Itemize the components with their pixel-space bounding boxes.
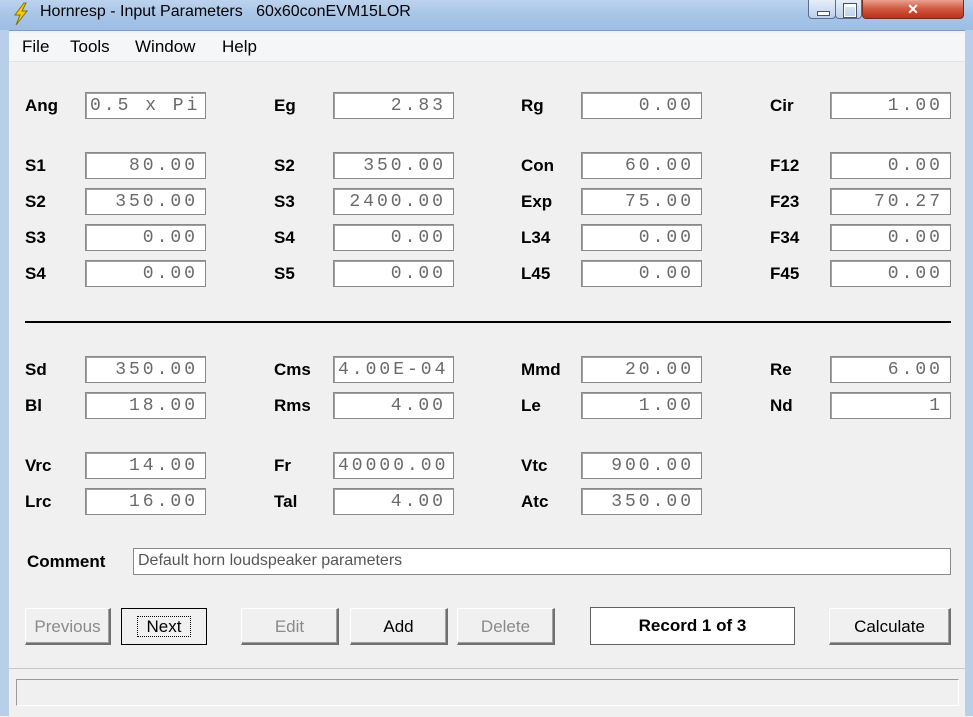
f45-label: F45 — [770, 264, 800, 283]
comment-label: Comment — [27, 552, 106, 571]
f34-label: F34 — [770, 228, 800, 247]
previous-button[interactable]: Previous — [25, 608, 111, 645]
mmd-label: Mmd — [521, 360, 561, 379]
vtc-label: Vtc — [521, 456, 548, 475]
maximize-icon — [843, 3, 857, 18]
s2-field[interactable]: 350.00 — [85, 188, 206, 215]
comment-field[interactable]: Default horn loudspeaker parameters — [133, 548, 951, 575]
tal-label: Tal — [274, 492, 298, 511]
atc-label: Atc — [521, 492, 549, 511]
l34-label: L34 — [521, 228, 551, 247]
minimize-button[interactable] — [808, 0, 836, 19]
s3-label-col2: S3 — [274, 192, 295, 211]
f45-field[interactable]: 0.00 — [830, 260, 951, 287]
window-frame-right — [965, 30, 973, 716]
f12-label: F12 — [770, 156, 800, 175]
con-field[interactable]: 60.00 — [581, 152, 702, 179]
record-indicator: Record 1 of 3 — [590, 607, 795, 645]
vrc-field[interactable]: 14.00 — [85, 452, 206, 479]
lrc-field[interactable]: 16.00 — [85, 488, 206, 515]
close-button[interactable]: ✕ — [862, 0, 964, 19]
le-label: Le — [521, 396, 541, 415]
l34-field[interactable]: 0.00 — [581, 224, 702, 251]
next-button[interactable]: Next — [121, 608, 207, 645]
section-divider — [25, 321, 951, 323]
vrc-label: Vrc — [25, 456, 52, 475]
fr-label: Fr — [274, 456, 291, 475]
cms-label: Cms — [274, 360, 311, 379]
s4-label-col2: S4 — [274, 228, 295, 247]
s3-label: S3 — [25, 228, 46, 247]
title-bar[interactable]: Hornresp - Input Parameters 60x60conEVM1… — [0, 0, 973, 31]
menu-tools[interactable]: Tools — [70, 37, 110, 57]
lrc-label: Lrc — [25, 492, 52, 511]
atc-field[interactable]: 350.00 — [581, 488, 702, 515]
maximize-button[interactable] — [835, 0, 862, 19]
rms-label: Rms — [274, 396, 311, 415]
delete-button[interactable]: Delete — [457, 608, 555, 645]
s2-field-col2[interactable]: 350.00 — [333, 152, 454, 179]
vtc-field[interactable]: 900.00 — [581, 452, 702, 479]
nd-field[interactable]: 1 — [830, 392, 951, 419]
l45-field[interactable]: 0.00 — [581, 260, 702, 287]
bl-label: Bl — [25, 396, 42, 415]
s3-field-col2[interactable]: 2400.00 — [333, 188, 454, 215]
f23-field[interactable]: 70.27 — [830, 188, 951, 215]
s4-field[interactable]: 0.00 — [85, 260, 206, 287]
f23-label: F23 — [770, 192, 800, 211]
re-field[interactable]: 6.00 — [830, 356, 951, 383]
menu-file[interactable]: File — [22, 37, 49, 57]
sd-field[interactable]: 350.00 — [85, 356, 206, 383]
calculate-button[interactable]: Calculate — [829, 608, 951, 645]
l45-label: L45 — [521, 264, 551, 283]
f34-field[interactable]: 0.00 — [830, 224, 951, 251]
exp-label: Exp — [521, 192, 553, 211]
cir-label: Cir — [770, 96, 794, 115]
menu-help[interactable]: Help — [222, 37, 257, 57]
ang-label: Ang — [25, 96, 59, 115]
tal-field[interactable]: 4.00 — [333, 488, 454, 515]
add-button[interactable]: Add — [350, 608, 448, 645]
s5-field[interactable]: 0.00 — [333, 260, 454, 287]
s2-label-col2: S2 — [274, 156, 295, 175]
edit-button[interactable]: Edit — [241, 608, 339, 645]
status-bar — [16, 679, 959, 706]
menu-window[interactable]: Window — [135, 37, 195, 57]
rms-field[interactable]: 4.00 — [333, 392, 454, 419]
nd-label: Nd — [770, 396, 793, 415]
window-frame-left — [0, 30, 9, 716]
s5-label: S5 — [274, 264, 295, 283]
cir-field[interactable]: 1.00 — [830, 92, 951, 119]
mmd-field[interactable]: 20.00 — [581, 356, 702, 383]
menu-bar: File Tools Window Help — [9, 33, 965, 62]
cms-field[interactable]: 4.00E-04 — [333, 356, 454, 383]
rg-label: Rg — [521, 96, 544, 115]
bl-field[interactable]: 18.00 — [85, 392, 206, 419]
s1-field[interactable]: 80.00 — [85, 152, 206, 179]
con-label: Con — [521, 156, 555, 175]
re-label: Re — [770, 360, 792, 379]
le-field[interactable]: 1.00 — [581, 392, 702, 419]
s2-label: S2 — [25, 192, 46, 211]
exp-field[interactable]: 75.00 — [581, 188, 702, 215]
window-title: Hornresp - Input Parameters 60x60conEVM1… — [40, 3, 411, 20]
s4-field-col2[interactable]: 0.00 — [333, 224, 454, 251]
lightning-bolt-icon — [14, 2, 29, 26]
eg-field[interactable]: 2.83 — [333, 92, 454, 119]
eg-label: Eg — [274, 96, 296, 115]
rg-field[interactable]: 0.00 — [581, 92, 702, 119]
s1-label: S1 — [25, 156, 46, 175]
ang-field[interactable]: 0.5 x Pi — [85, 92, 206, 119]
f12-field[interactable]: 0.00 — [830, 152, 951, 179]
next-button-label: Next — [136, 616, 192, 637]
s3-field[interactable]: 0.00 — [85, 224, 206, 251]
sd-label: Sd — [25, 360, 47, 379]
close-icon: ✕ — [907, 1, 919, 17]
s4-label: S4 — [25, 264, 46, 283]
fr-field[interactable]: 40000.00 — [333, 452, 454, 479]
minimize-icon — [817, 11, 830, 16]
